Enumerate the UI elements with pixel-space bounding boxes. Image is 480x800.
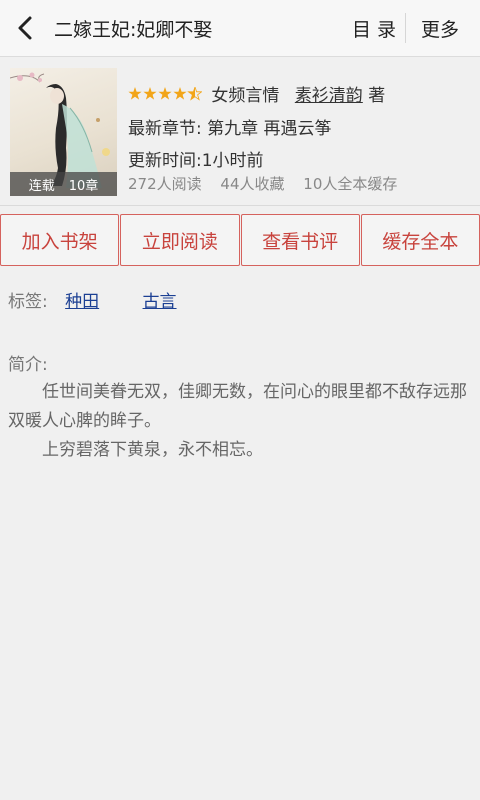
serial-status: 连载 [28, 178, 55, 194]
more-button[interactable]: 更多 [421, 15, 459, 42]
header-divider [405, 13, 406, 43]
read-count: 272人阅读 [128, 175, 202, 193]
cover-status-bar: 连载 10章 [10, 172, 117, 196]
cache-all-button[interactable]: 缓存全本 [360, 214, 480, 266]
book-cover[interactable]: 连载 10章 [10, 68, 117, 196]
view-reviews-button[interactable]: 查看书评 [240, 214, 360, 266]
book-meta-line: 女频言情 素衫清韵 著 [128, 81, 385, 106]
action-bar: 加入书架 立即阅读 查看书评 缓存全本 [0, 214, 480, 266]
author-link[interactable]: 素衫清韵 [295, 86, 363, 106]
tags-row: 标签: 种田 古言 [8, 287, 177, 312]
intro-paragraph: 任世间美眷无双，佳卿无数，在问心的眼里都不敌存远那双暖人心脾的眸子。 [8, 382, 467, 431]
top-bar: 二嫁王妃:妃卿不娶 目 录 更多 [0, 0, 480, 57]
tag-link[interactable]: 古言 [143, 292, 177, 312]
section-divider [0, 205, 480, 206]
intro-text: 任世间美眷无双，佳卿无数，在问心的眼里都不敌存远那双暖人心脾的眸子。 上穷碧落下… [8, 378, 476, 465]
rating-stars [128, 86, 203, 106]
chapter-count: 10章 [68, 178, 99, 194]
add-to-shelf-button[interactable]: 加入书架 [0, 214, 120, 266]
cache-count: 10人全本缓存 [303, 175, 398, 193]
category-label: 女频言情 [211, 86, 280, 106]
tags-label: 标签: [8, 292, 48, 312]
back-arrow-icon[interactable] [10, 12, 42, 44]
page-title: 二嫁王妃:妃卿不娶 [54, 19, 213, 41]
catalog-button[interactable]: 目 录 [352, 15, 396, 42]
read-now-button[interactable]: 立即阅读 [120, 214, 240, 266]
star-icon [173, 87, 187, 100]
author-suffix: 著 [368, 86, 386, 106]
star-icon [128, 87, 142, 100]
book-stats: 272人阅读 44人收藏 10人全本缓存 [128, 173, 411, 194]
star-icon [143, 87, 157, 100]
update-time: 更新时间:1小时前 [128, 151, 264, 171]
intro-paragraph: 上穷碧落下黄泉，永不相忘。 [42, 440, 263, 460]
tag-link[interactable]: 种田 [65, 292, 99, 312]
intro-label: 简介: [8, 355, 48, 375]
star-icon [158, 87, 172, 100]
favorite-count: 44人收藏 [220, 175, 285, 193]
latest-chapter[interactable]: 最新章节: 第九章 再遇云筝 [128, 114, 332, 139]
